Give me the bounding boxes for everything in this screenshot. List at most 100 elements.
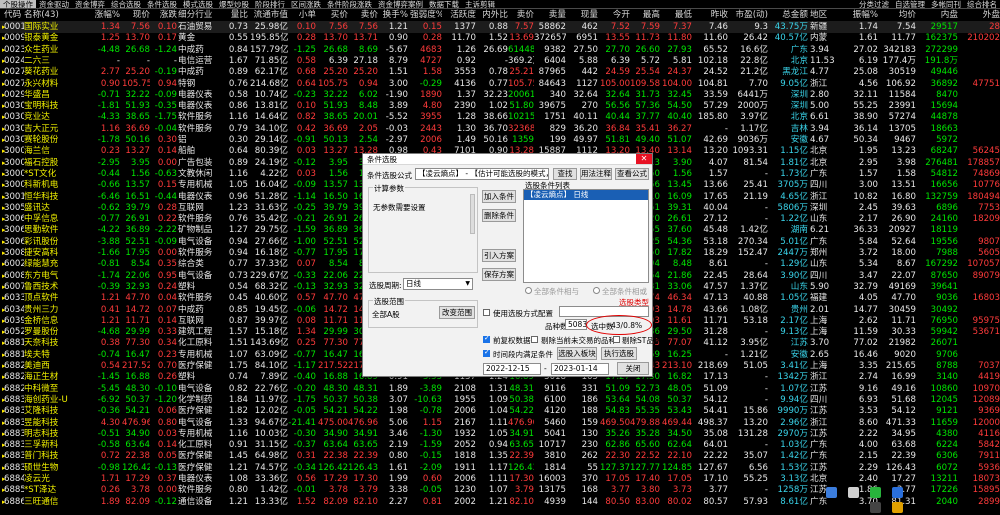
usage-notes-button[interactable]: 用法注释 — [580, 168, 612, 180]
close-button[interactable]: 关闭 — [617, 362, 649, 375]
radio-and[interactable] — [525, 287, 532, 294]
table-row[interactable]: ▸003005竞业达-4.3338.65-1.75软件服务1.1614.64亿0… — [0, 111, 1000, 123]
shield-icon[interactable] — [892, 502, 903, 513]
close-icon[interactable]: ✕ — [636, 154, 652, 164]
pre-adjust-checkbox[interactable] — [483, 334, 490, 343]
table-row[interactable]: ▸688211中科微至-5.4548.30-0.10电气设备0.8222.76亿… — [0, 383, 1000, 395]
column-header[interactable]: 总金额 — [770, 9, 808, 21]
column-header[interactable]: 代码 — [4, 9, 24, 21]
params-scrollbar[interactable] — [470, 194, 475, 234]
column-header[interactable]: 昨收 — [694, 9, 728, 21]
menu-item[interactable]: 区间涨跌 — [288, 0, 324, 8]
column-header[interactable]: 量比 — [224, 9, 248, 21]
execute-select-button[interactable]: 执行选股 — [601, 347, 637, 360]
column-header[interactable]: 今开 — [600, 9, 630, 21]
column-header[interactable]: 外盘 — [960, 9, 1000, 21]
table-row[interactable]: ▸000975银泰黄金1.2513.700.17黄金0.55195.85亿0.2… — [0, 32, 1000, 44]
column-header[interactable]: 卖量 — [534, 9, 566, 21]
menu-item[interactable]: 综合选股 — [108, 0, 144, 8]
table-row[interactable]: ▸002317众生药业-4.4826.68-1.24中成药0.84157.79亿… — [0, 44, 1000, 56]
table-row[interactable]: ▸003029吉大正元1.1636.69-0.04软件服务0.7934.10亿0… — [0, 123, 1000, 135]
menu-item[interactable]: 条件选股 — [144, 0, 180, 8]
table-row[interactable]: ▸002737葵花药业2.7725.20-0.19中成药0.8962.17亿0.… — [0, 66, 1000, 78]
column-header[interactable]: 小单 — [288, 9, 316, 21]
table-row[interactable]: ▸688389普门科技0.7222.380.05医疗保健1.4564.98亿0.… — [0, 450, 1000, 462]
menu-item[interactable]: 条件阶段涨跌 — [324, 0, 375, 8]
radio-or[interactable] — [593, 287, 600, 294]
menu-item[interactable]: 个股操作 — [0, 0, 36, 8]
column-header[interactable]: 卖价 — [348, 9, 378, 21]
menu-item[interactable]: 爆型炒股 — [216, 0, 252, 8]
table-row[interactable]: ▸003013宝明科技-1.8151.93-0.35电器仪表0.8613.81亿… — [0, 100, 1000, 112]
remove-st-checkbox[interactable] — [613, 336, 620, 343]
column-header[interactable]: 涨跌 — [151, 9, 177, 21]
find-button[interactable]: 查找 — [553, 168, 577, 180]
column-header[interactable]: 最低 — [662, 9, 692, 21]
condition-list[interactable]: 【凌云熵点】 日线 — [523, 189, 649, 283]
column-header[interactable]: 现价 — [122, 9, 150, 21]
column-header[interactable]: 市盈(动) — [730, 9, 769, 21]
view-formula-button[interactable]: 查看公式 — [615, 168, 649, 180]
save-plan-button[interactable]: 保存方案 — [482, 268, 516, 281]
windows-icon[interactable] — [870, 502, 881, 513]
condition-list-item[interactable]: 【凌云熵点】 日线 — [524, 190, 648, 200]
menu-right-item[interactable]: 综合排名 — [964, 0, 1000, 8]
column-header[interactable]: 内盘 — [918, 9, 958, 21]
table-row[interactable]: ▸688399硕世生物-0.98126.42-0.13医疗保健1.2174.57… — [0, 462, 1000, 474]
menu-item[interactable]: 资金博弈 — [72, 0, 108, 8]
column-header[interactable]: 现量 — [566, 9, 598, 21]
column-header[interactable]: 买价 — [318, 9, 348, 21]
to-board-button[interactable]: 选股入板块 — [557, 347, 597, 360]
column-header[interactable]: 流通市值 — [250, 9, 288, 21]
menu-right-item[interactable]: 多帐同刊 — [928, 0, 964, 8]
menu-right-item[interactable]: 自选管理 — [892, 0, 928, 8]
change-range-button[interactable]: 改变范围 — [439, 306, 475, 319]
column-header[interactable]: 地区 — [810, 9, 838, 21]
column-header[interactable]: 均价 — [880, 9, 916, 21]
table-row[interactable]: ▸000159国际实业1.347.560.10石油贸易0.7325.98亿0.1… — [0, 21, 1000, 33]
column-header[interactable]: 振幅% — [840, 9, 878, 21]
column-header[interactable]: 最高 — [630, 9, 660, 21]
security-icon[interactable] — [892, 487, 903, 498]
add-condition-button[interactable]: 加入条件 — [482, 190, 516, 203]
column-header[interactable]: 细分行业 — [178, 9, 224, 21]
table-row[interactable]: ▸003030赛轮股份-1.7850.160.30铝0.3029.14亿-0.9… — [0, 134, 1000, 146]
column-header[interactable]: 名称(43) — [24, 9, 88, 21]
table-row[interactable]: ▸002756永兴材料0.90105.750.94特钢0.76214.68亿0.… — [0, 78, 1000, 90]
chat-icon[interactable] — [826, 487, 837, 498]
table-row[interactable]: ▸688329艾隆科技-0.3654.210.06医疗保健1.8212.02亿-… — [0, 405, 1000, 417]
period-condition-checkbox[interactable] — [483, 348, 490, 357]
wechat-icon[interactable] — [870, 487, 881, 498]
use-condition-checkbox[interactable] — [483, 309, 490, 316]
screen-icon[interactable] — [848, 487, 859, 498]
table-cell: 25.21 — [509, 67, 534, 78]
table-row[interactable]: ▸688355明志科技-0.5134.900.03专用机械1.1610.03亿-… — [0, 428, 1000, 440]
menu-item[interactable]: 资金博弈案例 — [375, 0, 426, 8]
table-row[interactable]: ▸002467二六三---电信运营1.6771.85亿0.586.3927.18… — [0, 55, 1000, 67]
menu-item[interactable]: 阶段排行 — [252, 0, 288, 8]
remove-unlisted-checkbox[interactable] — [531, 336, 538, 343]
menu-item[interactable]: 资金驱动 — [36, 0, 72, 8]
date-from-field[interactable]: 2022-12-15 — [483, 363, 541, 375]
column-header[interactable]: 涨幅% — [90, 9, 120, 21]
table-row[interactable]: ▸688302海创药业-U-6.9250.37-1.20化学制药1.8411.9… — [0, 394, 1000, 406]
table-row[interactable]: ▸002980华盛昌-0.7132.22-0.09电器仪表0.5810.74亿-… — [0, 89, 1000, 101]
import-plan-button[interactable]: 引入方案 — [482, 249, 516, 262]
table-row[interactable]: ▸688359三孚新科-0.5863.640.14化工原料0.9131.15亿-… — [0, 439, 1000, 451]
delete-condition-button[interactable]: 删除条件 — [482, 209, 516, 222]
period-select[interactable]: 日线 ▼ — [403, 278, 473, 290]
table-row[interactable]: ▸688348昱能科技4.30476.960.80电气设备1.3394.67亿-… — [0, 417, 1000, 429]
menu-item[interactable]: 模式选股 — [180, 0, 216, 8]
formula-select[interactable]: 【凌云熵点】 - 【估计可能选股的模式，多读两天，另一周期】 — [415, 168, 549, 180]
table-cell: 25.20 — [323, 67, 348, 78]
column-header[interactable]: 内外比 — [478, 9, 508, 21]
menu-item[interactable]: 主诉剪辑 — [462, 0, 498, 8]
column-header[interactable]: 强弱度% — [410, 9, 442, 21]
menu-item[interactable]: 数据下载 — [426, 0, 462, 8]
menu-right-item[interactable]: 分类过滤 — [856, 0, 892, 8]
date-to-field[interactable]: 2023-01-14 — [551, 363, 609, 375]
column-header[interactable]: 换手% — [378, 9, 408, 21]
column-header[interactable]: 卖价 — [508, 9, 534, 21]
column-header[interactable]: 活跃度 — [444, 9, 476, 21]
table-cell: 124.85 — [662, 462, 692, 473]
